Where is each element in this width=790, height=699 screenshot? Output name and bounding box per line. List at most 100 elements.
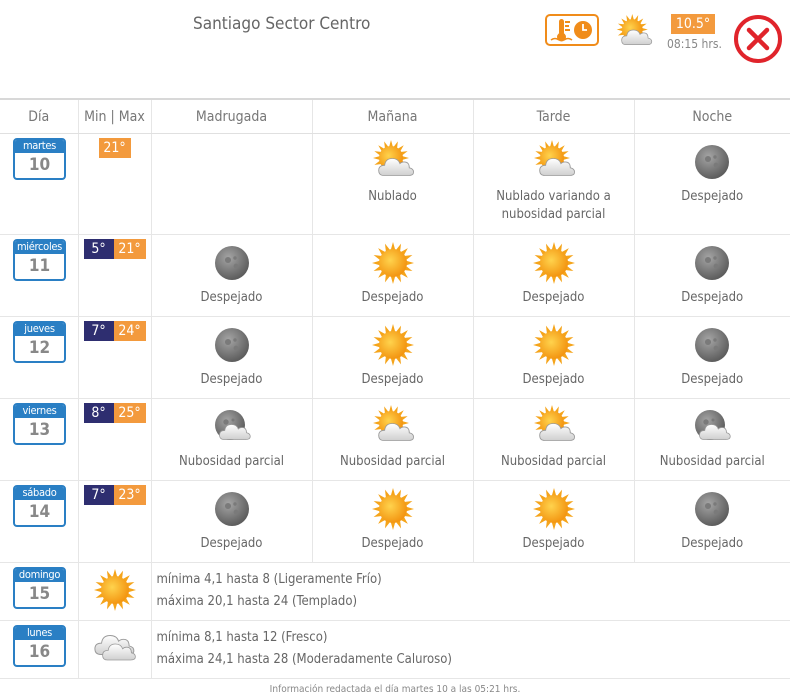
extended-summary: mínima 4,1 hasta 8 (Ligeramente Frío) má…: [150, 562, 790, 621]
day-cell: domingo 15: [0, 562, 78, 621]
period-cell: Despejado: [150, 480, 312, 563]
temp-min: 5°: [83, 239, 114, 259]
day-name: lunes: [15, 627, 64, 640]
sun-cloud-icon: [532, 405, 576, 449]
condition-label: Despejado: [200, 372, 263, 387]
day-badge: viernes 13: [13, 403, 66, 445]
day-badge: miércoles 11: [13, 239, 66, 281]
day-cell: sábado 14: [0, 480, 78, 563]
table-row: viernes 13 8° 25° Nubosidad parcial Nubos…: [0, 398, 790, 481]
temp-max: 25°: [113, 403, 146, 423]
day-number: 11: [28, 256, 51, 276]
sun-icon: [93, 568, 137, 612]
sun-cloud-icon: [532, 140, 576, 184]
day-name: miércoles: [15, 240, 64, 254]
condition-label: Nubosidad parcial: [339, 454, 446, 469]
moon-cloud-icon: [210, 405, 254, 449]
day-number: 14: [28, 502, 51, 522]
period-cell: Nubosidad parcial: [472, 398, 634, 481]
condition-label: Despejado: [361, 536, 424, 551]
moon-cloud-icon: [690, 405, 734, 449]
current-time: 08:15 hrs.: [667, 37, 722, 51]
day-name: viernes: [15, 405, 64, 418]
sun-icon: [371, 323, 415, 367]
minmax-cell: 7° 23°: [77, 480, 151, 563]
period-cell: Nubosidad parcial: [311, 398, 473, 481]
moon-icon: [690, 140, 734, 184]
period-cell: Despejado: [150, 316, 312, 399]
extended-summary: mínima 8,1 hasta 12 (Fresco) máxima 24,1…: [150, 620, 790, 679]
condition-label: Despejado: [681, 290, 744, 305]
sun-icon: [532, 241, 576, 285]
cloud-icon: [93, 626, 137, 670]
table-row: martes 10 21° Nublado Nublado variando a…: [0, 133, 790, 235]
period-cell: Despejado: [633, 480, 790, 563]
day-badge: martes 10: [13, 138, 66, 180]
col-madrugada: Madrugada: [150, 98, 312, 134]
day-badge: jueves 12: [13, 321, 66, 363]
table-row: miércoles 11 5° 21° Despejado Despejado D…: [0, 234, 790, 317]
period-cell: [150, 133, 312, 235]
table-header-row: Día Min | Max Madrugada Mañana Tarde Noc…: [0, 98, 790, 134]
sun-icon: [371, 487, 415, 531]
current-temp-badge: 10.5°: [671, 14, 715, 34]
temp-min: 7°: [83, 321, 114, 341]
period-cell: Despejado: [311, 234, 473, 317]
period-cell: Despejado: [150, 234, 312, 317]
period-cell: Nublado: [311, 133, 473, 235]
temp-max: 24°: [113, 321, 146, 341]
table-row: sábado 14 7° 23° Despejado Despejado Desp…: [0, 480, 790, 563]
temp-min: 8°: [83, 403, 114, 423]
day-badge: domingo 15: [13, 567, 66, 609]
condition-label: Nubosidad parcial: [178, 454, 285, 469]
condition-label: Despejado: [681, 536, 744, 551]
table-row: lunes 16 mínima 8,1 hasta 12 (Fresco) má…: [0, 620, 790, 679]
period-cell: Nublado variando a nubosidad parcial: [472, 133, 634, 235]
day-number: 10: [28, 155, 51, 175]
period-cell: Despejado: [633, 133, 790, 235]
condition-label: Despejado: [361, 372, 424, 387]
minmax-cell: 21°: [77, 133, 151, 235]
col-manana: Mañana: [311, 98, 473, 134]
condition-label: Despejado: [522, 290, 585, 305]
day-name: jueves: [15, 323, 64, 336]
day-name: domingo: [15, 569, 64, 582]
condition-label: Despejado: [522, 536, 585, 551]
day-cell: viernes 13: [0, 398, 78, 481]
extended-icon-cell: [77, 562, 151, 621]
col-tarde: Tarde: [472, 98, 634, 134]
temp-min: 7°: [83, 485, 114, 505]
sun-cloud-icon: [371, 140, 415, 184]
close-icon: [734, 15, 782, 63]
day-badge: sábado 14: [13, 485, 66, 527]
temp-max: 21°: [98, 138, 131, 158]
forecast-table: Día Min | Max Madrugada Mañana Tarde Noc…: [0, 98, 790, 679]
sun-icon: [532, 323, 576, 367]
moon-icon: [690, 323, 734, 367]
condition-label: Nubosidad parcial: [659, 454, 765, 469]
summary-min: mínima 4,1 hasta 8 (Ligeramente Frío): [156, 572, 382, 587]
period-cell: Nubosidad parcial: [150, 398, 312, 481]
day-number: 15: [28, 584, 51, 604]
close-button[interactable]: [733, 14, 783, 64]
condition-label: Despejado: [200, 290, 263, 305]
period-cell: Despejado: [633, 234, 790, 317]
period-cell: Despejado: [472, 480, 634, 563]
minmax-cell: 5° 21°: [77, 234, 151, 317]
day-badge: lunes 16: [13, 625, 66, 667]
moon-icon: [210, 323, 254, 367]
col-day: Día: [0, 98, 78, 134]
condition-label: Despejado: [681, 372, 744, 387]
day-number: 13: [28, 420, 51, 440]
condition-label: Nubosidad parcial: [500, 454, 607, 469]
period-cell: Nubosidad parcial: [633, 398, 790, 481]
footer-note: Información redactada el día martes 10 a…: [269, 684, 521, 695]
condition-label: Despejado: [200, 536, 263, 551]
day-cell: lunes 16: [0, 620, 78, 679]
temp-max: 21°: [113, 239, 146, 259]
period-cell: Despejado: [311, 316, 473, 399]
thermometer-clock-icon[interactable]: [545, 14, 599, 46]
condition-label: Nublado: [368, 189, 417, 204]
summary-min: mínima 8,1 hasta 12 (Fresco): [156, 630, 328, 645]
moon-icon: [690, 487, 734, 531]
